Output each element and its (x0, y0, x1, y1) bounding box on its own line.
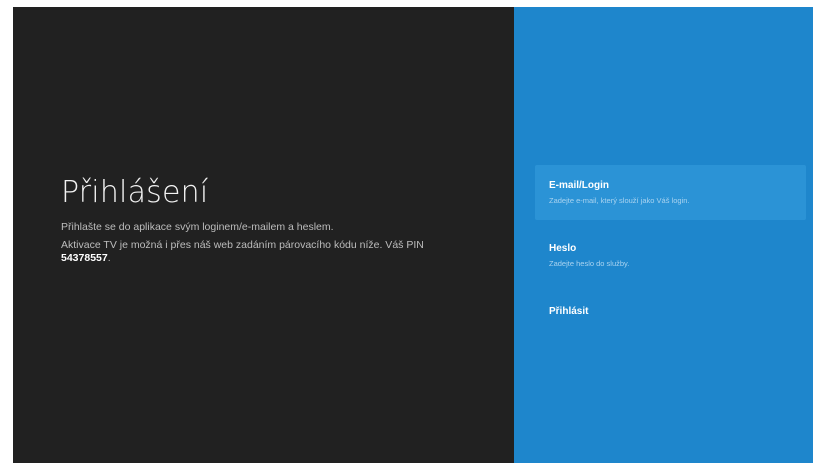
login-instructions: Přihlašte se do aplikace svým loginem/e-… (61, 221, 334, 233)
login-button-label: Přihlásit (549, 306, 589, 317)
info-panel: Přihlášení Přihlašte se do aplikace svým… (13, 7, 514, 463)
email-label: E-mail/Login (549, 180, 609, 191)
activation-instructions: Aktivace TV je možná i přes náš web zadá… (61, 239, 461, 265)
login-description: Přihlašte se do aplikace svým loginem/e-… (61, 221, 461, 270)
activation-text: Aktivace TV je možná i přes náš web zadá… (61, 239, 424, 251)
login-button[interactable]: Přihlásit (535, 291, 806, 346)
email-field[interactable]: E-mail/Login Zadejte e-mail, který slouž… (535, 165, 806, 220)
login-screen: Přihlášení Přihlašte se do aplikace svým… (13, 7, 813, 463)
page-title: Přihlášení (61, 175, 209, 210)
password-label: Heslo (549, 243, 577, 254)
password-field[interactable]: Heslo Zadejte heslo do služby. (535, 228, 806, 283)
pin-suffix: . (107, 252, 111, 264)
pin-code: 54378557 (61, 252, 108, 264)
password-hint: Zadejte heslo do služby. (549, 259, 630, 268)
email-hint: Zadejte e-mail, který slouží jako Váš lo… (549, 196, 690, 205)
login-form-panel: E-mail/Login Zadejte e-mail, který slouž… (514, 7, 813, 463)
